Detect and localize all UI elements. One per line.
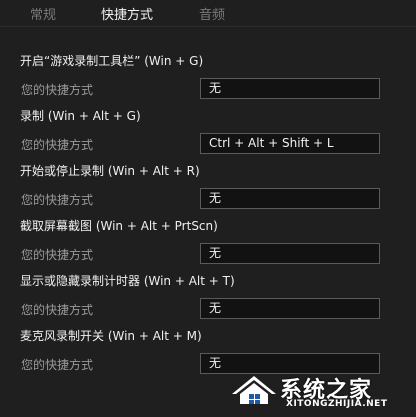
section-title-screenshot: 截取屏幕截图 (Win + Alt + PrtScn): [20, 219, 218, 233]
shortcut-input-toggle-toolbar[interactable]: 无: [200, 78, 380, 99]
section-title-toggle-toolbar: 开启“游戏录制工具栏” (Win + G): [20, 54, 204, 68]
section-title-recording-timer: 显示或隐藏录制计时器 (Win + Alt + T): [20, 274, 235, 288]
shortcut-label: 您的快捷方式: [21, 83, 94, 97]
section-title-microphone: 麦克风录制开关 (Win + Alt + M): [20, 329, 202, 343]
shortcut-input-start-stop-recording[interactable]: 无: [200, 188, 380, 209]
shortcut-input-recording-timer[interactable]: 无: [200, 298, 380, 319]
tab-audio[interactable]: 音频: [199, 4, 225, 23]
watermark-url: XITONGZHIJIA.NET: [286, 399, 388, 409]
shortcut-label: 您的快捷方式: [21, 138, 94, 152]
tab-bar: 常规 快捷方式 音频: [0, 0, 416, 26]
tab-divider: [0, 26, 416, 27]
shortcut-input-screenshot[interactable]: 无: [200, 243, 380, 264]
section-title-start-stop-recording: 开始或停止录制 (Win + Alt + R): [20, 164, 200, 178]
shortcut-label: 您的快捷方式: [21, 248, 94, 262]
tab-general[interactable]: 常规: [30, 4, 56, 23]
shortcut-label: 您的快捷方式: [21, 358, 94, 372]
shortcut-input-record[interactable]: Ctrl + Alt + Shift + L: [200, 133, 380, 154]
watermark-logo-icon: [232, 376, 276, 404]
tab-shortcuts[interactable]: 快捷方式: [101, 4, 153, 23]
shortcut-label: 您的快捷方式: [21, 193, 94, 207]
shortcut-label: 您的快捷方式: [21, 303, 94, 317]
watermark: 系统之家 XITONGZHIJIA.NET: [228, 370, 408, 414]
section-title-record: 录制 (Win + Alt + G): [20, 109, 141, 123]
